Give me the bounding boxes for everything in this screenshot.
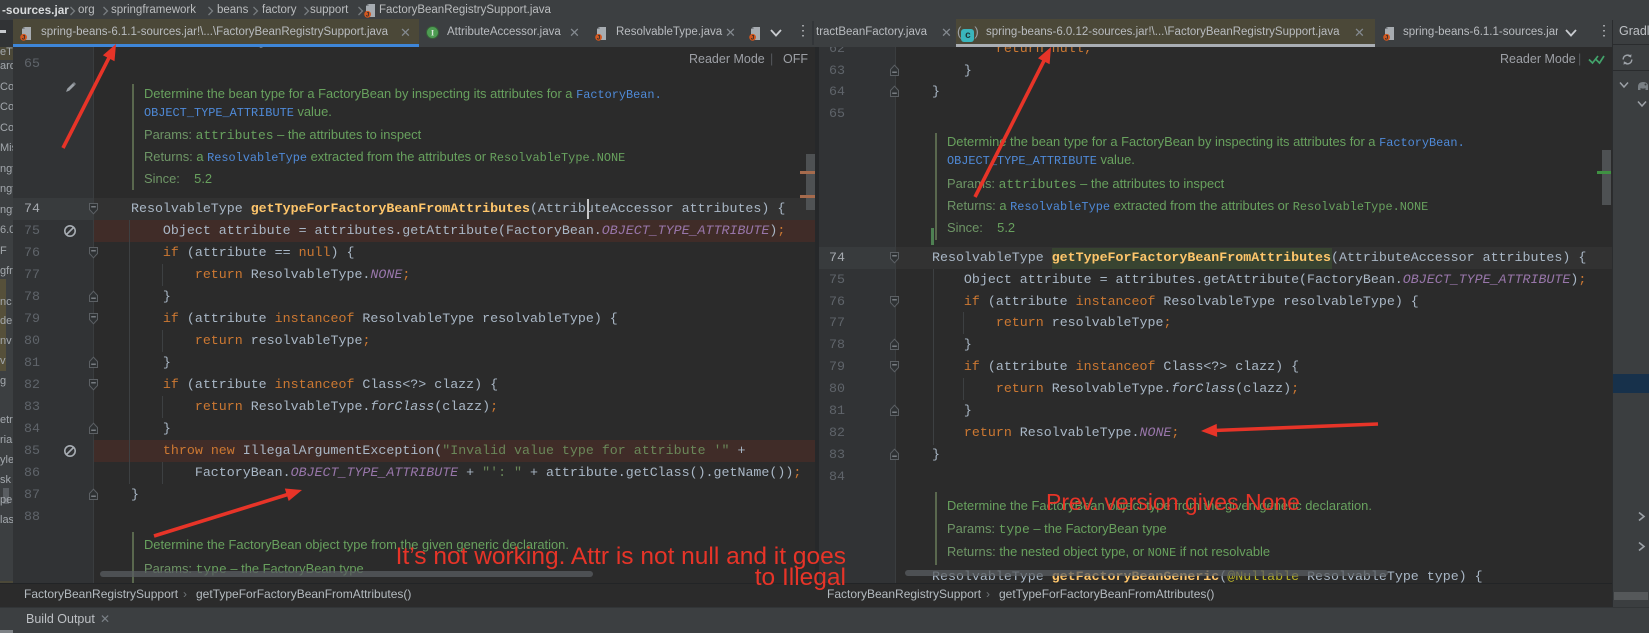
svg-text:J: J [366, 12, 369, 18]
svg-text:J: J [751, 35, 754, 41]
svg-text:J: J [22, 35, 25, 41]
svg-text:J: J [597, 35, 600, 41]
svg-text:J: J [1385, 35, 1388, 41]
